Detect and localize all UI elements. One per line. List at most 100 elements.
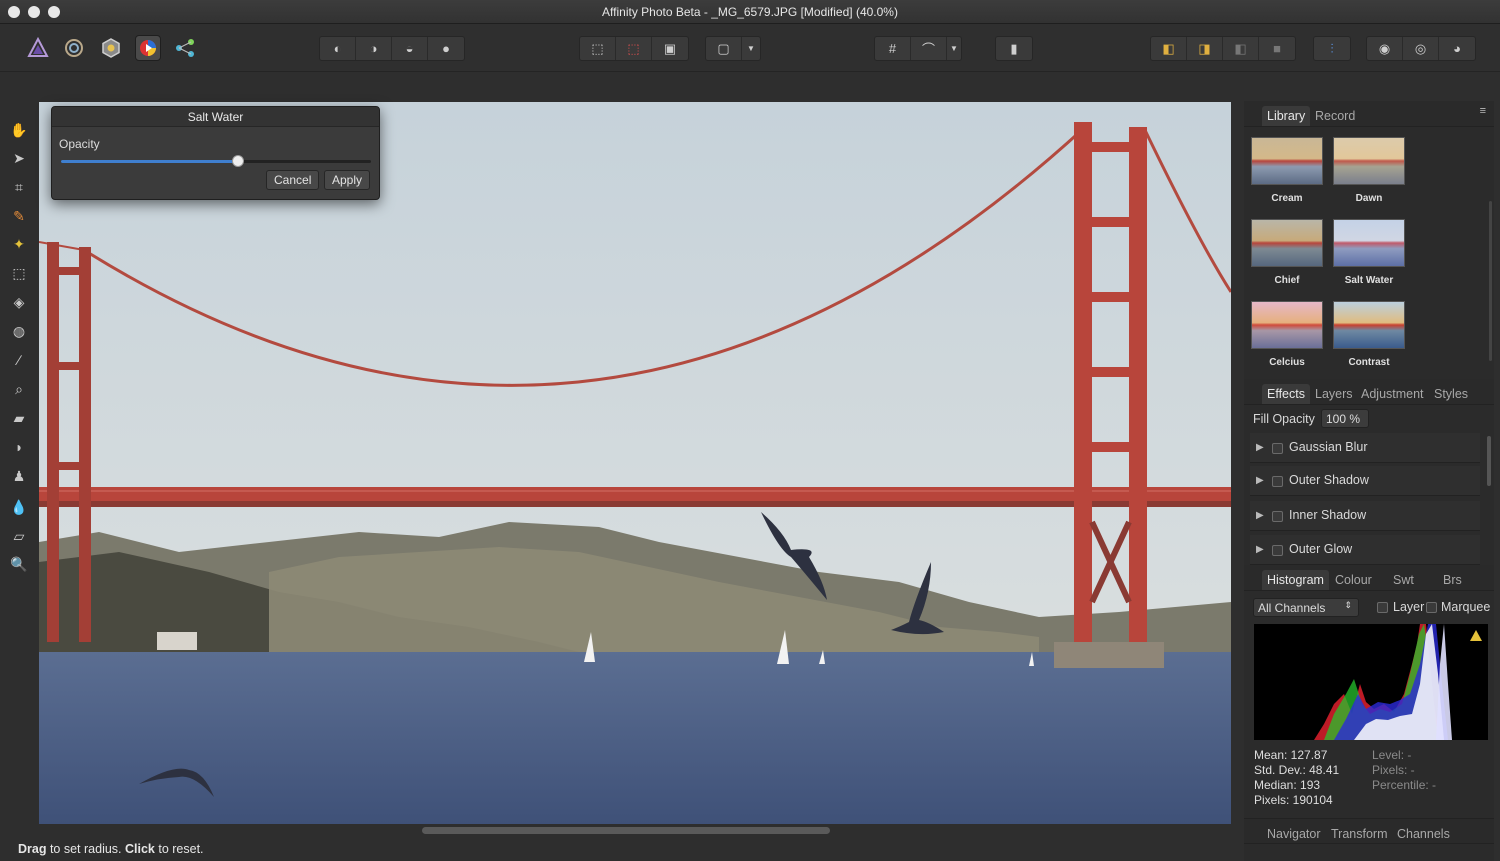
- gradient-tool-icon[interactable]: ◍: [8, 320, 30, 342]
- library-thumbnail: [1333, 219, 1405, 267]
- effect-checkbox[interactable]: [1272, 511, 1283, 522]
- auto-levels-icon[interactable]: ◐: [320, 37, 356, 60]
- effect-checkbox[interactable]: [1272, 476, 1283, 487]
- effects-tabs: Effects Layers Adjustment Styles: [1244, 379, 1494, 405]
- histogram-graph: [1254, 624, 1488, 740]
- cancel-button[interactable]: Cancel: [266, 170, 320, 190]
- flood-select-tool-icon[interactable]: ✦: [8, 233, 30, 255]
- panel-menu-icon[interactable]: ≡: [1480, 105, 1486, 117]
- align-icon[interactable]: ⫶: [1314, 37, 1350, 60]
- move-back-one-icon[interactable]: ◨: [1187, 37, 1223, 60]
- tab-effects[interactable]: Effects: [1262, 384, 1310, 404]
- layer-checkbox[interactable]: [1377, 602, 1388, 613]
- horizontal-scrollbar[interactable]: [422, 827, 830, 834]
- library-item-chief[interactable]: Chief: [1250, 219, 1324, 286]
- tab-layers[interactable]: Layers: [1310, 384, 1358, 404]
- fill-opacity-value: 100 %: [1326, 412, 1361, 426]
- tab-colour[interactable]: Colour: [1330, 570, 1377, 590]
- opacity-slider-fill: [61, 160, 238, 163]
- subtract-boolean-icon[interactable]: ◎: [1403, 37, 1439, 60]
- crop-tool-icon[interactable]: ⌗: [8, 176, 30, 198]
- zoom-tool-icon[interactable]: 🔍: [8, 553, 30, 575]
- move-to-front-icon[interactable]: ■: [1259, 37, 1295, 60]
- opacity-slider[interactable]: [61, 155, 371, 167]
- view-tool-icon[interactable]: ✋: [8, 119, 30, 141]
- selection-brush-tool-icon[interactable]: ✎: [8, 205, 30, 227]
- warning-icon[interactable]: [1470, 630, 1482, 641]
- develop-persona-icon[interactable]: [98, 35, 124, 61]
- tab-adjustment[interactable]: Adjustment: [1356, 384, 1429, 404]
- tab-library[interactable]: Library: [1262, 106, 1311, 126]
- assistant-icon[interactable]: ▮: [996, 37, 1032, 60]
- tab-histogram[interactable]: Histogram: [1262, 570, 1329, 590]
- effect-checkbox[interactable]: [1272, 545, 1283, 556]
- snapping-dropdown-icon[interactable]: ▼: [947, 37, 961, 60]
- invert-selection-icon[interactable]: ▣: [652, 37, 688, 60]
- bottom-panel-tabs: Navigator Transform Channels: [1244, 818, 1494, 844]
- expand-triangle-icon[interactable]: ▶: [1256, 544, 1264, 555]
- channel-select[interactable]: All Channels ⇕: [1253, 598, 1359, 617]
- add-boolean-icon[interactable]: ◉: [1367, 37, 1403, 60]
- paint-brush-tool-icon[interactable]: ∕: [8, 349, 30, 371]
- histogram-tabs: Histogram Colour Swt Brs: [1244, 565, 1494, 591]
- clone-tool-icon[interactable]: ♟: [8, 465, 30, 487]
- effect-row-inner-shadow[interactable]: ▶ Inner Shadow: [1250, 501, 1480, 531]
- fill-opacity-field[interactable]: 100 %: [1321, 409, 1369, 428]
- tab-styles[interactable]: Styles: [1429, 384, 1473, 404]
- library-item-salt-water[interactable]: Salt Water: [1332, 219, 1406, 286]
- expand-triangle-icon[interactable]: ▶: [1256, 475, 1264, 486]
- opacity-slider-thumb[interactable]: [231, 155, 244, 167]
- auto-colours-icon[interactable]: ◒: [392, 37, 428, 60]
- library-item-dawn[interactable]: Dawn: [1332, 137, 1406, 204]
- selection-group: ⬚ ⬚ ▣: [579, 36, 689, 61]
- library-scrollbar[interactable]: [1489, 201, 1492, 361]
- apply-button[interactable]: Apply: [324, 170, 371, 190]
- healing-brush-tool-icon[interactable]: ▰: [8, 407, 30, 429]
- library-item-contrast[interactable]: Contrast: [1332, 301, 1406, 368]
- liquify-persona-icon[interactable]: [61, 35, 87, 61]
- expand-triangle-icon[interactable]: ▶: [1256, 442, 1264, 453]
- align-group: ⫶: [1313, 36, 1351, 61]
- select-all-icon[interactable]: ⬚: [580, 37, 616, 60]
- opacity-label: Opacity: [59, 137, 100, 151]
- move-tool-icon[interactable]: ➤: [8, 147, 30, 169]
- move-to-back-icon[interactable]: ◧: [1151, 37, 1187, 60]
- document-canvas[interactable]: [39, 102, 1231, 824]
- library-item-cream[interactable]: Cream: [1250, 137, 1324, 204]
- auto-contrast-icon[interactable]: ◑: [356, 37, 392, 60]
- tab-record[interactable]: Record: [1310, 106, 1360, 126]
- quick-mask-icon[interactable]: ▢: [706, 37, 742, 60]
- tab-brushes[interactable]: Brs: [1438, 570, 1467, 590]
- export-persona-icon[interactable]: [172, 35, 198, 61]
- effect-row-outer-glow[interactable]: ▶ Outer Glow: [1250, 535, 1480, 565]
- flood-fill-tool-icon[interactable]: ◈: [8, 291, 30, 313]
- tab-swatches[interactable]: Swt: [1388, 570, 1419, 590]
- marquee-checkbox[interactable]: [1426, 602, 1437, 613]
- burn-tool-icon[interactable]: ◗: [8, 436, 30, 458]
- effect-row-gaussian-blur[interactable]: ▶ Gaussian Blur: [1250, 433, 1480, 463]
- marquee-tool-icon[interactable]: ⬚: [8, 262, 30, 284]
- blur-tool-icon[interactable]: 💧: [8, 496, 30, 518]
- deselect-icon[interactable]: ⬚: [616, 37, 652, 60]
- intersect-boolean-icon[interactable]: ◕: [1439, 37, 1475, 60]
- fill-opacity-label: Fill Opacity: [1253, 412, 1315, 426]
- photo-persona-icon[interactable]: [25, 35, 51, 61]
- smudge-tool-icon[interactable]: ▱: [8, 525, 30, 547]
- tab-transform[interactable]: Transform: [1326, 824, 1393, 844]
- title-bar: Affinity Photo Beta - _MG_6579.JPG [Modi…: [0, 0, 1500, 24]
- select-arrows-icon: ⇕: [1344, 600, 1352, 610]
- tab-navigator[interactable]: Navigator: [1262, 824, 1326, 844]
- grid-icon[interactable]: #: [875, 37, 911, 60]
- library-item-celcius[interactable]: Celcius: [1250, 301, 1324, 368]
- effects-scrollbar[interactable]: [1487, 436, 1491, 486]
- tone-mapping-persona-icon[interactable]: [135, 35, 161, 61]
- effect-checkbox[interactable]: [1272, 443, 1283, 454]
- auto-white-balance-icon[interactable]: ●: [428, 37, 464, 60]
- tab-channels[interactable]: Channels: [1392, 824, 1455, 844]
- dodge-tool-icon[interactable]: ⌕: [8, 378, 30, 400]
- quick-mask-dropdown-icon[interactable]: ▼: [742, 37, 760, 60]
- effect-row-outer-shadow[interactable]: ▶ Outer Shadow: [1250, 466, 1480, 496]
- snapping-icon[interactable]: ⌒: [911, 37, 947, 60]
- expand-triangle-icon[interactable]: ▶: [1256, 510, 1264, 521]
- move-forward-one-icon[interactable]: ◧: [1223, 37, 1259, 60]
